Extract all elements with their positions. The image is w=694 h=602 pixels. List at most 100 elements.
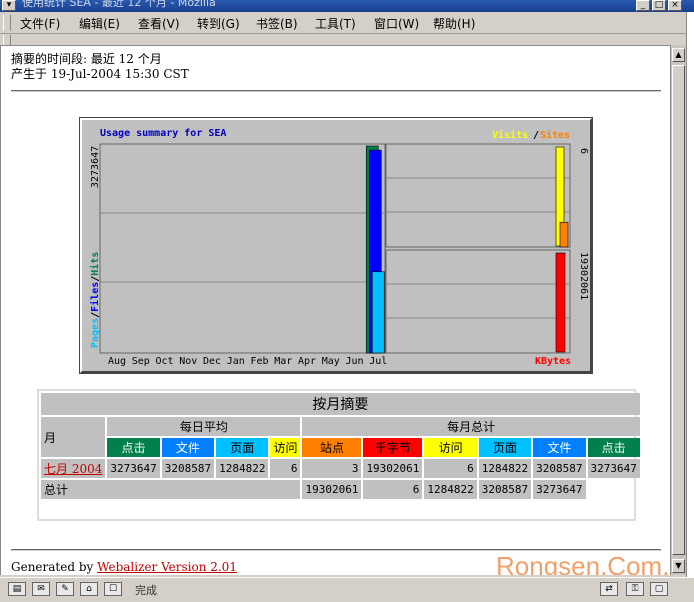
scroll-thumb[interactable] (672, 65, 685, 555)
cell-value: 6 (363, 480, 423, 499)
graph-title: Usage summary for SEA (100, 128, 226, 139)
cell-value: 1284822 (424, 480, 477, 499)
x-tick-label: Aug (108, 356, 126, 367)
table-row: 七月 2004 3273647 3208587 1284822 6 3 1930… (41, 459, 640, 478)
lock-icon: ▢ (650, 582, 668, 596)
window-titlebar: ▾ 使用统计 SEA - 最近 12 个月 - Mozilla _ □ × (0, 0, 694, 12)
col-header-pages-total: 页面 (478, 438, 532, 457)
x-tick-label: Apr (298, 356, 316, 367)
usage-graph: Usage summary for SEA Visits / Sites 3273647… (79, 117, 593, 374)
total-label: 总计 (41, 480, 301, 499)
kbytes-plot-area (385, 249, 571, 354)
generated-by-text: Generated by (11, 560, 94, 574)
status-bar: ▤ ✉ ✎ ⌂ ☐ 完成 ⇄ ⚿ ▢ (0, 577, 694, 602)
x-tick-label: Jun (346, 356, 364, 367)
col-header-visits: 访问 (270, 438, 301, 457)
cell-value: 1284822 (478, 459, 532, 478)
cell-value: 3273647 (107, 459, 160, 478)
cell-value: 3208587 (478, 480, 532, 499)
menu-bookmarks[interactable]: 书签(B) (256, 15, 298, 32)
connection-icon: ⇄ (600, 582, 618, 596)
navigator-icon[interactable]: ▤ (8, 582, 26, 596)
minimize-icon[interactable]: _ (636, 0, 650, 11)
x-tick-label: Jul (369, 356, 387, 367)
window-title: 使用统计 SEA - 最近 12 个月 - Mozilla (22, 0, 216, 9)
bar-pages (371, 271, 385, 354)
x-tick-label: Mar (274, 356, 292, 367)
monthly-total-header: 每月总计 (302, 417, 640, 436)
col-header-hits: 点击 (107, 438, 160, 457)
maximize-icon[interactable]: □ (652, 0, 666, 11)
kbytes-label: KBytes (535, 356, 571, 367)
menu-bar: 文件(F) 编辑(E) 查看(V) 转到(G) 书签(B) 工具(T) 窗口(W… (0, 12, 694, 34)
divider-top (11, 90, 661, 92)
summary-header: 摘要的时间段: 最近 12 个月 产生于 19-Jul-2004 15:30 C… (11, 52, 189, 82)
webalizer-link[interactable]: Webalizer Version 2.01 (97, 560, 237, 574)
window-right-edge (686, 12, 694, 602)
total-row: 总计 19302061 6 1284822 3208587 3273647 (41, 480, 640, 499)
scroll-down-icon[interactable]: ▼ (672, 559, 685, 573)
col-header-pages: 页面 (216, 438, 269, 457)
col-header-sites: 站点 (302, 438, 362, 457)
close-icon[interactable]: × (668, 0, 682, 11)
cell-value: 3208587 (161, 459, 215, 478)
bar-sites (559, 221, 569, 248)
x-tick-label: Nov (179, 356, 197, 367)
y-axis-kbytes-max: 19302061 (578, 252, 589, 300)
table-caption: 按月摘要 (41, 393, 640, 415)
menu-window[interactable]: 窗口(W) (374, 15, 419, 32)
cell-value: 19302061 (363, 459, 423, 478)
cell-value: 19302061 (302, 480, 362, 499)
status-text: 完成 (135, 584, 157, 597)
cell-value: 1284822 (216, 459, 269, 478)
main-plot-area (99, 143, 386, 354)
legend-sites: Sites (540, 129, 570, 141)
toolbar-grip[interactable] (3, 35, 11, 45)
y-axis-max-label: 3273647 (90, 146, 101, 188)
window-menu-icon[interactable]: ▾ (2, 0, 16, 11)
y-axis-visits-max: 6 (578, 148, 589, 154)
col-header-visits-total: 访问 (424, 438, 477, 457)
x-tick-label: Feb (251, 356, 269, 367)
menubar-grip[interactable] (3, 15, 11, 31)
security-icon: ⚿ (626, 582, 644, 596)
menu-view[interactable]: 查看(V) (138, 15, 180, 32)
x-tick-label: Jan (227, 356, 245, 367)
address-book-icon[interactable]: ☐ (104, 582, 122, 596)
usage-graph-svg: Usage summary for SEA Visits / Sites 3273647… (89, 128, 589, 367)
mail-icon[interactable]: ✉ (32, 582, 50, 596)
generated-by: Generated by Webalizer Version 2.01 (11, 560, 237, 574)
col-header-files-total: 文件 (533, 438, 586, 457)
legend-slash: / (533, 130, 539, 141)
composer-icon[interactable]: ✎ (56, 582, 74, 596)
chat-icon[interactable]: ⌂ (80, 582, 98, 596)
menu-tools[interactable]: 工具(T) (315, 15, 356, 32)
cell-value: 3273647 (533, 480, 586, 499)
vertical-scrollbar[interactable]: ▲ ▼ (670, 45, 686, 575)
menu-help[interactable]: 帮助(H) (433, 15, 475, 32)
menu-go[interactable]: 转到(G) (197, 15, 240, 32)
generated-time-text: 产生于 19-Jul-2004 15:30 CST (11, 67, 189, 81)
scroll-up-icon[interactable]: ▲ (672, 48, 685, 62)
cell-value: 6 (270, 459, 301, 478)
bar-kbytes (555, 252, 566, 353)
month-header: 月 (41, 417, 106, 457)
month-link[interactable]: 七月 2004 (44, 462, 102, 476)
menu-file[interactable]: 文件(F) (20, 15, 60, 32)
daily-avg-header: 每日平均 (107, 417, 301, 436)
menu-edit[interactable]: 编辑(E) (79, 15, 120, 32)
period-text: 摘要的时间段: 最近 12 个月 (11, 52, 162, 66)
col-header-kbytes: 千字节 (363, 438, 423, 457)
cell-value: 3273647 (587, 459, 640, 478)
cell-value: 3208587 (533, 459, 586, 478)
col-header-hits-total: 点击 (587, 438, 640, 457)
cell-value: 3 (302, 459, 362, 478)
visits-plot-area (385, 143, 571, 248)
x-tick-label: Sep (132, 356, 150, 367)
legend-visits: Visits (492, 129, 528, 141)
cell-value: 6 (424, 459, 477, 478)
x-tick-label: Dec (203, 356, 221, 367)
x-tick-label: May (322, 356, 340, 367)
monthly-summary-table: 按月摘要 月 每日平均 每月总计 点击 文件 页面 访问 站点 千字节 访问 页… (37, 389, 640, 521)
watermark-text: Rongsen.Com.Cn (496, 551, 670, 575)
